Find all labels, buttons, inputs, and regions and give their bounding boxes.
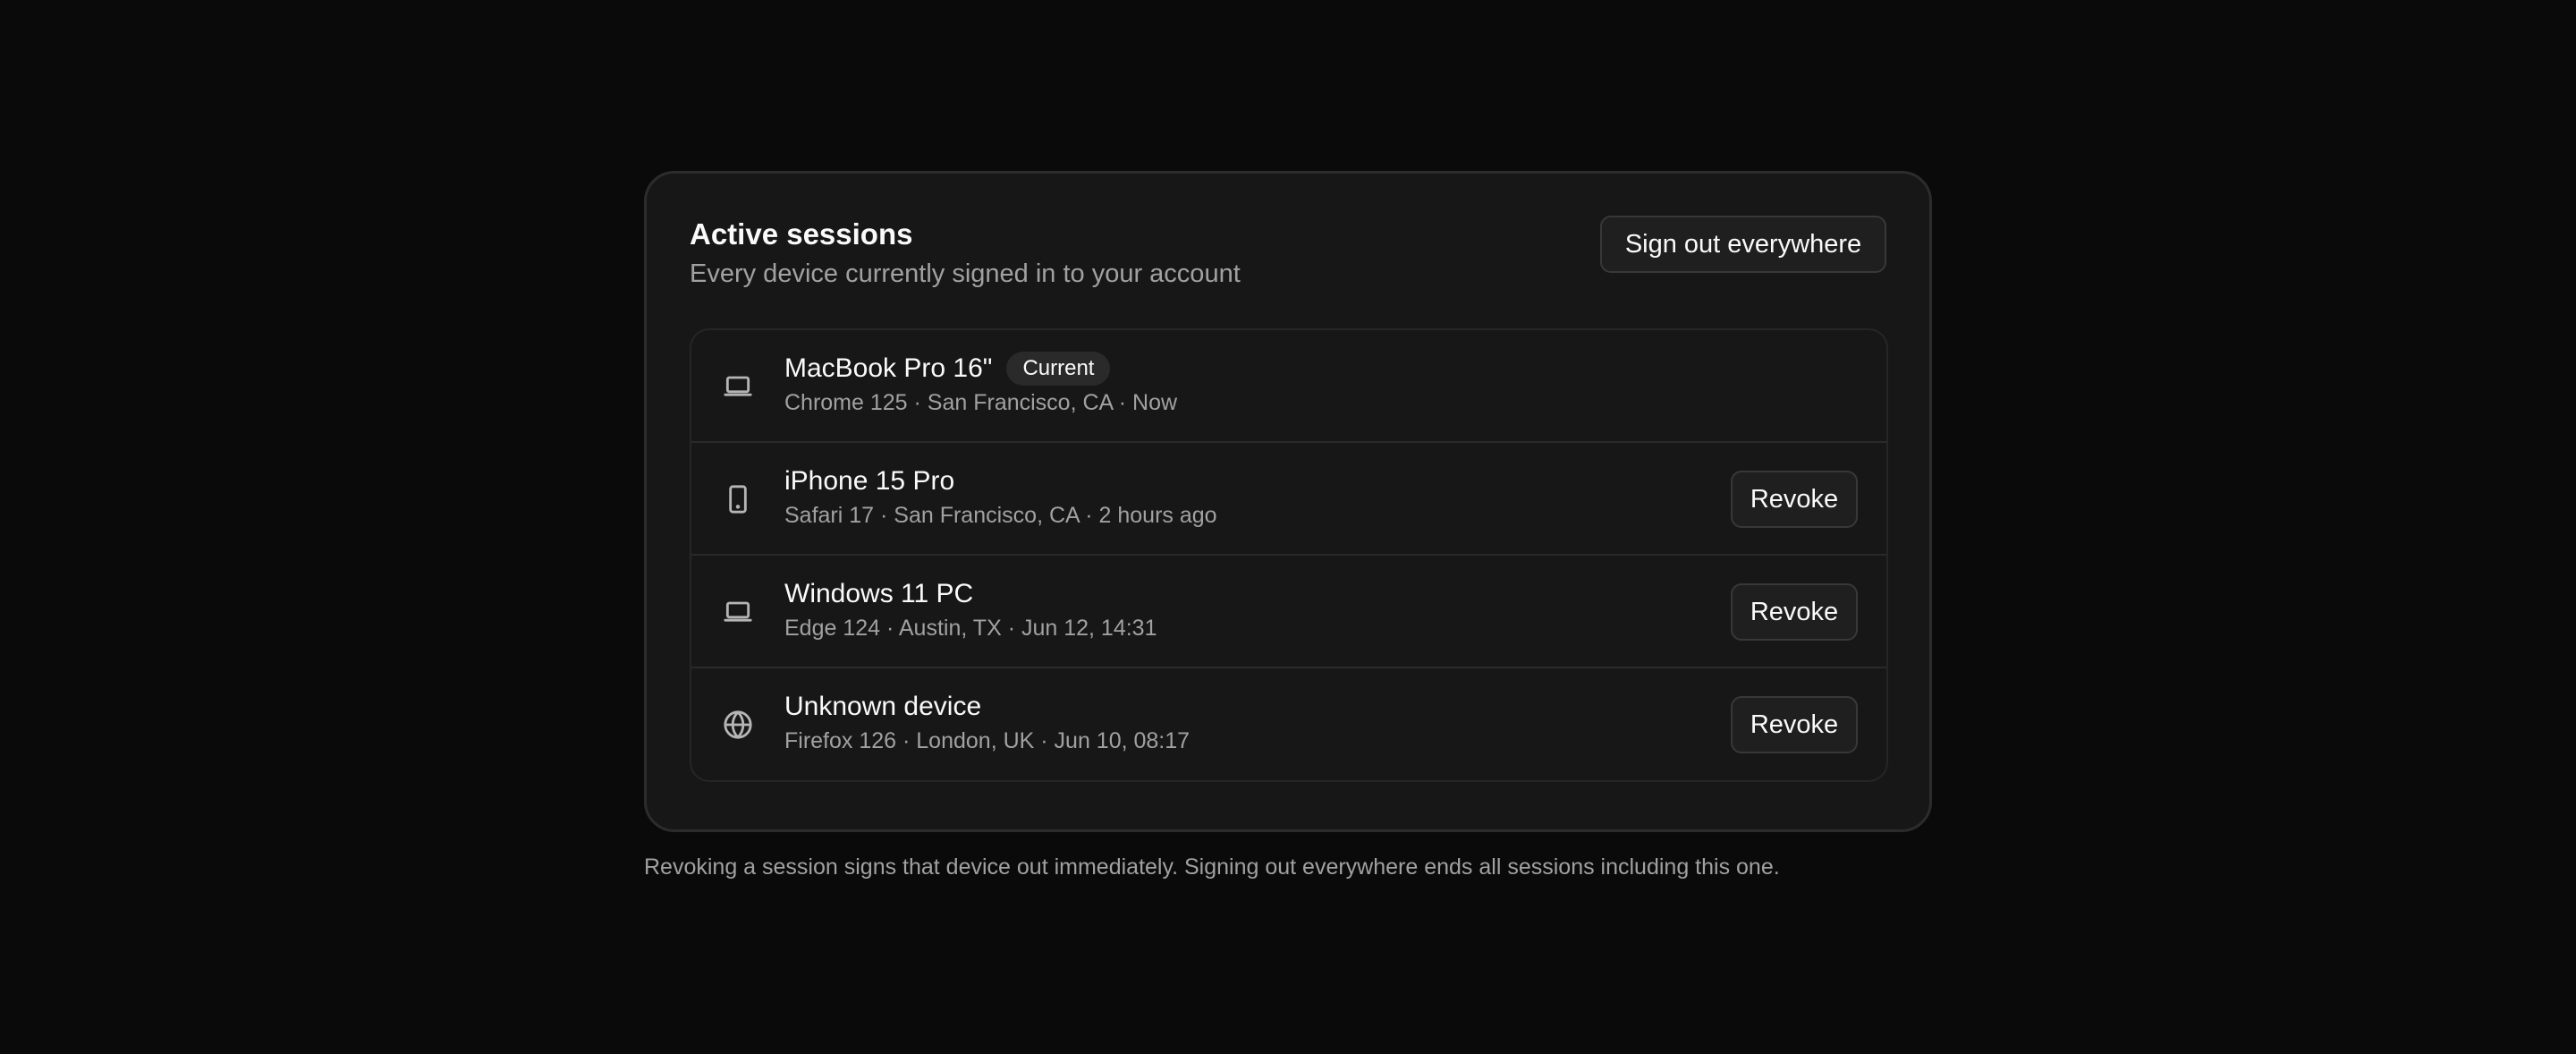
session-text: Unknown device Firefox 126 · London, UK … bbox=[784, 688, 1190, 756]
session-text: MacBook Pro 16" Current Chrome 125 · San… bbox=[784, 350, 1177, 418]
revoke-button[interactable]: Revoke bbox=[1731, 583, 1858, 641]
session-row-unknown: Unknown device Firefox 126 · London, UK … bbox=[691, 668, 1886, 780]
footnote: Revoking a session signs that device out… bbox=[644, 854, 1780, 880]
sign-out-everywhere-button[interactable]: Sign out everywhere bbox=[1600, 216, 1886, 273]
session-list: MacBook Pro 16" Current Chrome 125 · San… bbox=[690, 328, 1888, 782]
session-name: Windows 11 PC bbox=[784, 579, 974, 608]
laptop-icon bbox=[718, 592, 758, 632]
session-name: iPhone 15 Pro bbox=[784, 466, 955, 496]
sessions-panel: Active sessions Every device currently s… bbox=[644, 171, 1932, 882]
session-meta: Firefox 126 · London, UK · Jun 10, 08:17 bbox=[784, 728, 1191, 753]
active-sessions-card: Active sessions Every device currently s… bbox=[644, 171, 1932, 832]
session-text: Windows 11 PC Edge 124 · Austin, TX · Ju… bbox=[784, 575, 1157, 643]
globe-icon bbox=[718, 705, 758, 744]
revoke-button[interactable]: Revoke bbox=[1731, 471, 1858, 528]
session-name: Unknown device bbox=[784, 692, 982, 721]
session-meta: Safari 17 · San Francisco, CA · 2 hours … bbox=[784, 503, 1217, 528]
session-row-macbook: MacBook Pro 16" Current Chrome 125 · San… bbox=[691, 330, 1886, 443]
card-header: Active sessions Every device currently s… bbox=[690, 216, 1886, 328]
session-row-windows: Windows 11 PC Edge 124 · Austin, TX · Ju… bbox=[691, 556, 1886, 668]
revoke-button[interactable]: Revoke bbox=[1731, 696, 1858, 753]
session-meta: Chrome 125 · San Francisco, CA · Now bbox=[784, 390, 1178, 415]
session-meta: Edge 124 · Austin, TX · Jun 12, 14:31 bbox=[784, 616, 1157, 641]
session-row-iphone: iPhone 15 Pro Safari 17 · San Francisco,… bbox=[691, 443, 1886, 556]
session-text: iPhone 15 Pro Safari 17 · San Francisco,… bbox=[784, 463, 1217, 531]
phone-icon bbox=[718, 480, 758, 519]
laptop-icon bbox=[718, 367, 758, 406]
current-badge: Current bbox=[1006, 352, 1111, 386]
session-name: MacBook Pro 16" bbox=[784, 353, 993, 383]
